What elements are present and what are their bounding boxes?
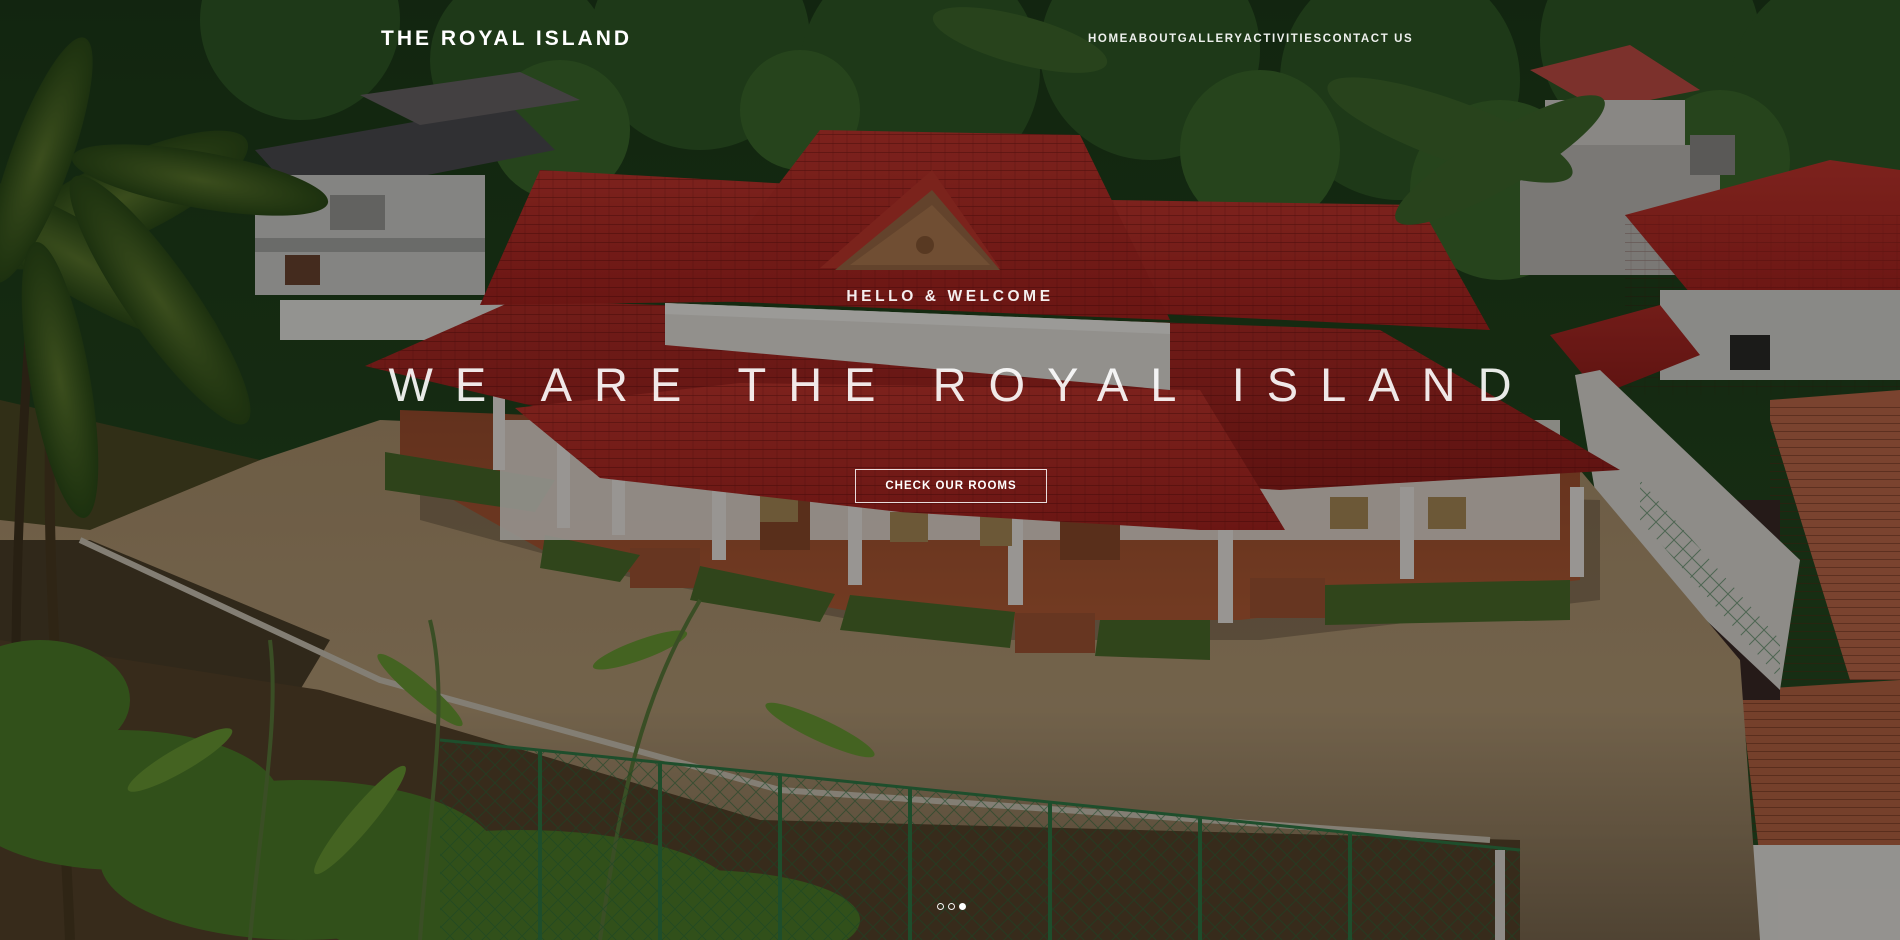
hero-section: THE ROYAL ISLAND HOME ABOUT GALLERY ACTI… [0,0,1900,940]
hero-subtitle: HELLO & WELCOME [846,288,1054,305]
slide-dot-3-active[interactable] [959,903,966,910]
slide-dot-1[interactable] [937,903,944,910]
hero-content: HELLO & WELCOME WE ARE THE ROYAL ISLAND … [0,0,1900,940]
hero-title: WE ARE THE ROYAL ISLAND [388,358,1534,411]
check-rooms-button[interactable]: CHECK OUR ROOMS [855,469,1047,503]
slider-indicators [937,903,967,911]
slide-dot-2[interactable] [948,903,955,910]
